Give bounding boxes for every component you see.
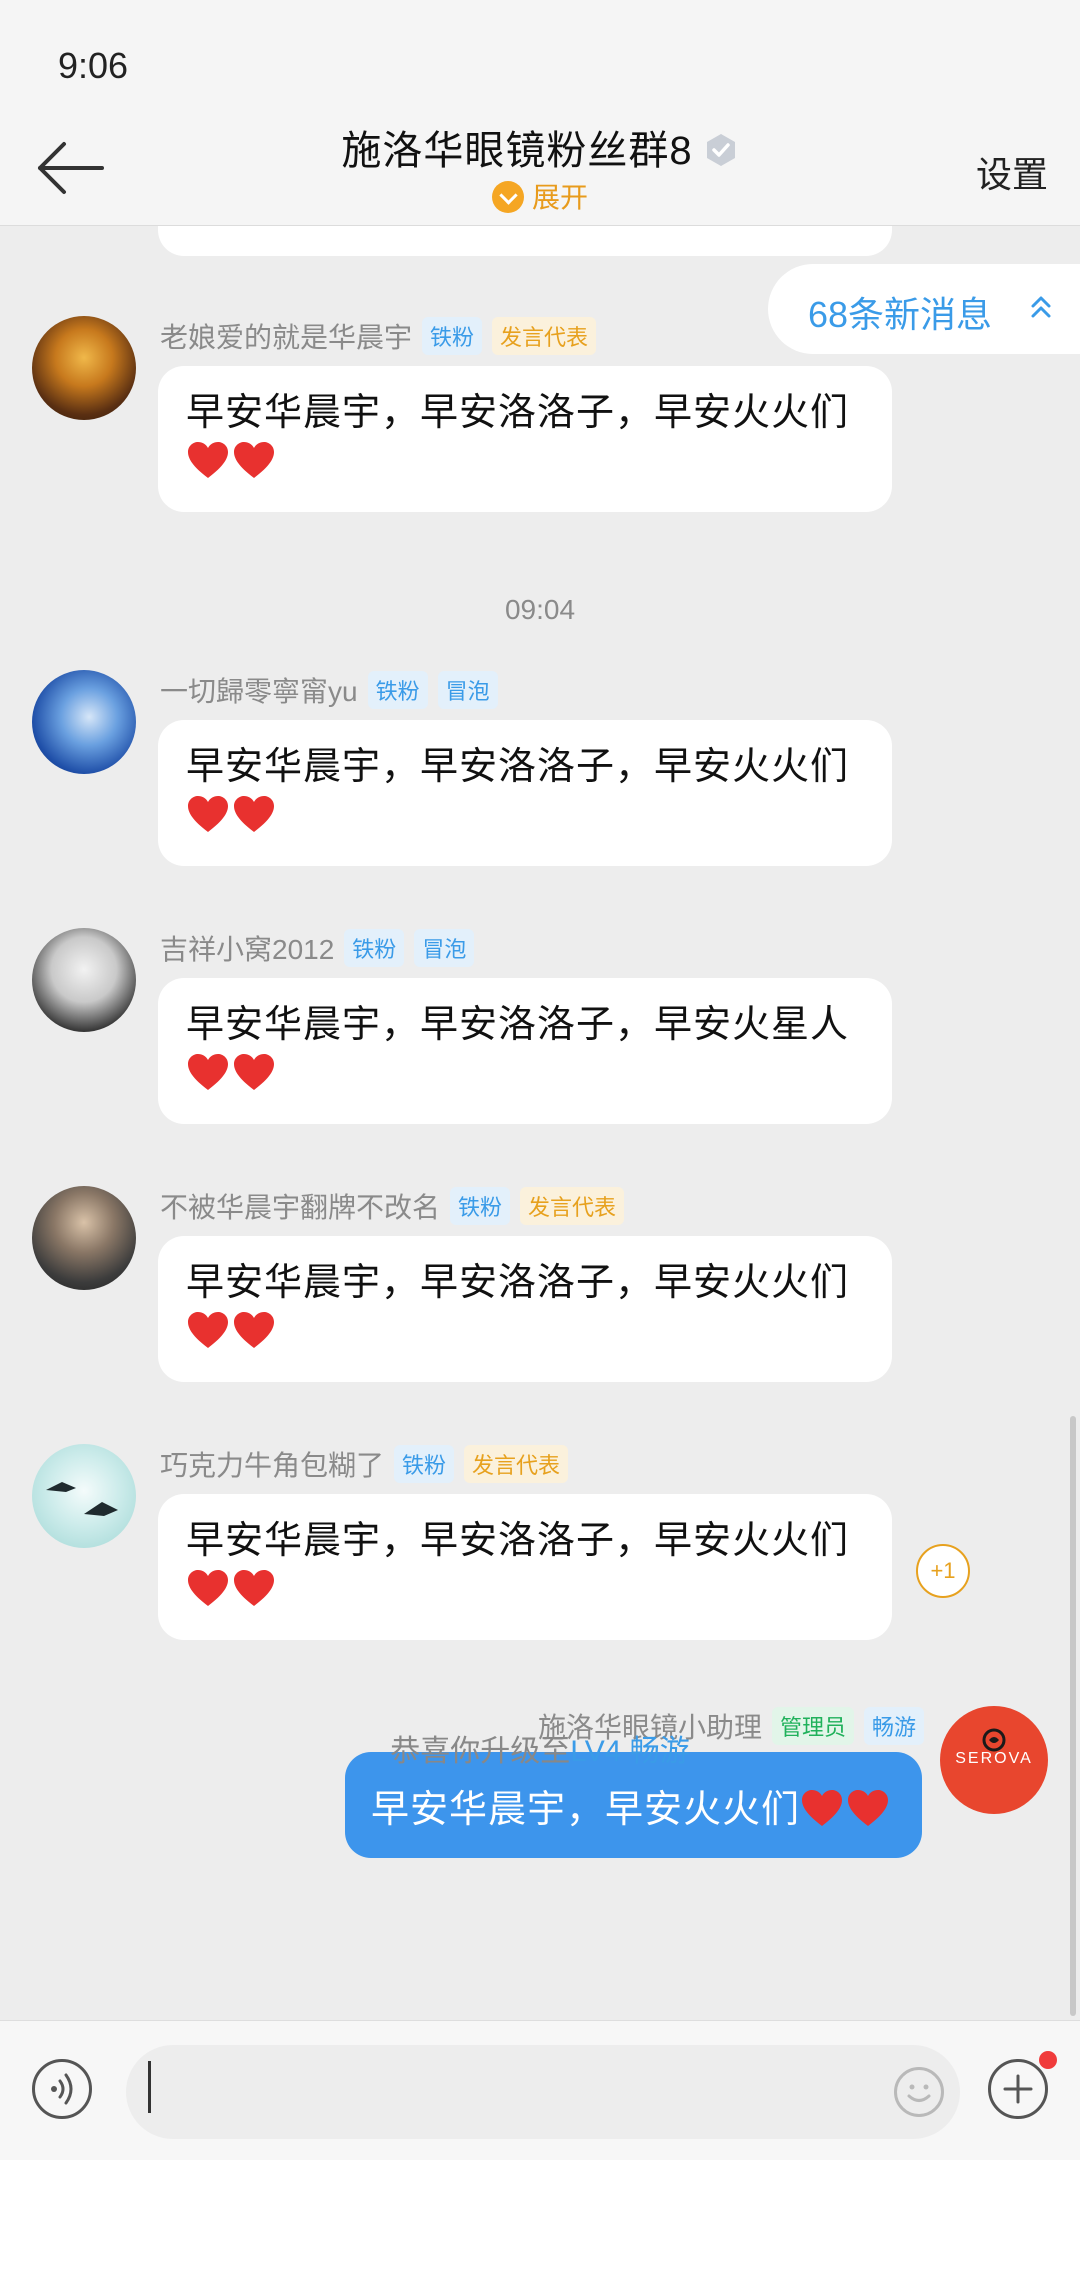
- fan-level-badge: 铁粉: [367, 671, 428, 709]
- bottom-safe-area: [0, 2160, 1080, 2280]
- title-badge: 冒泡: [437, 671, 498, 709]
- heart-icon: [234, 1312, 274, 1348]
- heart-emojis: [186, 1052, 864, 1097]
- avatar[interactable]: [32, 316, 136, 420]
- message-text: 早安华晨宇，早安洛洛子，早安火星人: [186, 1004, 850, 1046]
- message-bubble[interactable]: 早安华晨宇，早安洛洛子，早安火火们: [158, 720, 892, 866]
- voice-wave-icon: [51, 2073, 73, 2105]
- status-time: 9:06: [58, 45, 129, 86]
- settings-button[interactable]: 设置: [976, 146, 1048, 198]
- verified-badge-icon: [706, 134, 735, 166]
- message-input[interactable]: [126, 2045, 960, 2139]
- double-chevron-up-icon: [1031, 296, 1051, 318]
- more-options-button[interactable]: [988, 2059, 1048, 2119]
- avatar[interactable]: [32, 1186, 136, 1290]
- reaction-plus-one-button[interactable]: +1: [916, 1544, 970, 1598]
- message-text: 早安华晨宇，早安洛洛子，早安火火们: [186, 1262, 850, 1304]
- heart-icon: [188, 796, 228, 832]
- heart-emojis: [186, 1310, 864, 1355]
- sender-row: 吉祥小窝2012 铁粉 冒泡: [160, 928, 475, 968]
- title-badge: 发言代表: [520, 1187, 625, 1225]
- title-badge: 发言代表: [492, 317, 597, 355]
- message-text: 早安华晨宇，早安洛洛子，早安火火们: [186, 392, 850, 434]
- avatar[interactable]: [32, 670, 136, 774]
- message-bubble[interactable]: 早安华晨宇，早安洛洛子，早安火火们: [158, 1494, 892, 1640]
- fan-level-badge: 铁粉: [450, 1187, 511, 1225]
- fan-level-badge: 铁粉: [344, 929, 405, 967]
- emoji-button[interactable]: [894, 2067, 944, 2117]
- status-bar: 9:06: [0, 0, 1080, 110]
- heart-icon: [188, 1054, 228, 1090]
- notification-dot: [1039, 2051, 1057, 2069]
- title-wrap: 施洛华眼镜粉丝群8: [0, 118, 1080, 176]
- sender-row: 老娘爱的就是华晨宇 铁粉 发言代表: [160, 316, 597, 356]
- sender-name[interactable]: 巧克力牛角包糊了: [160, 1450, 384, 1481]
- expand-chevron-icon: [491, 181, 524, 213]
- message-bubble[interactable]: 早安华晨宇，早安洛洛子，早安火火们: [158, 366, 892, 512]
- system-message-text: 恭喜你升级至: [390, 1735, 571, 1768]
- message-text: 早安华晨宇，早安洛洛子，早安火火们: [186, 746, 850, 788]
- sender-name[interactable]: 一切歸零寧甯yu: [160, 676, 358, 707]
- message-bubble[interactable]: 早安华晨宇，早安洛洛子，早安火星人: [158, 978, 892, 1124]
- plus-icon: [1003, 2074, 1033, 2104]
- expand-toggle[interactable]: 展开: [0, 176, 1080, 216]
- heart-emojis: [186, 794, 864, 839]
- fan-level-badge: 铁粉: [422, 317, 483, 355]
- heart-icon: [234, 796, 274, 832]
- scrollbar[interactable]: [1070, 1416, 1076, 2016]
- title-badge: 冒泡: [414, 929, 475, 967]
- input-bar: [0, 2020, 1080, 2160]
- message-bubble[interactable]: 早安华晨宇，早安洛洛子，早安火火们: [158, 1236, 892, 1382]
- sender-name[interactable]: 不被华晨宇翻牌不改名: [160, 1192, 440, 1223]
- avatar[interactable]: [32, 928, 136, 1032]
- new-messages-jump-button[interactable]: 68条新消息: [768, 264, 1080, 354]
- group-title: 施洛华眼镜粉丝群8: [341, 129, 693, 173]
- bird-silhouette-icon: [46, 1482, 118, 1516]
- level-link[interactable]: LV4 畅游: [570, 1735, 690, 1768]
- text-cursor: [148, 2061, 151, 2113]
- sender-row: 巧克力牛角包糊了 铁粉 发言代表: [160, 1444, 569, 1484]
- expand-label: 展开: [531, 182, 588, 213]
- heart-icon: [234, 442, 274, 478]
- new-messages-label: 68条新消息: [808, 294, 993, 335]
- previous-message-bubble: [158, 226, 892, 256]
- sender-row: 一切歸零寧甯yu 铁粉 冒泡: [160, 670, 498, 710]
- voice-input-button[interactable]: [32, 2059, 92, 2119]
- chat-header: 施洛华眼镜粉丝群8 展开 设置: [0, 110, 1080, 226]
- sender-row: 不被华晨宇翻牌不改名 铁粉 发言代表: [160, 1186, 625, 1226]
- heart-icon: [188, 442, 228, 478]
- sender-name[interactable]: 老娘爱的就是华晨宇: [160, 322, 412, 353]
- heart-icon: [188, 1570, 228, 1606]
- heart-emojis: [186, 440, 864, 485]
- time-separator: 09:04: [504, 594, 576, 625]
- heart-icon: [234, 1570, 274, 1606]
- sender-name[interactable]: 吉祥小窝2012: [160, 934, 334, 965]
- avatar[interactable]: [32, 1444, 136, 1548]
- heart-icon: [188, 1312, 228, 1348]
- heart-icon: [802, 1790, 842, 1826]
- system-message: 恭喜你升级至LV4 畅游: [0, 1726, 1080, 1770]
- message-text: 早安华晨宇，早安洛洛子，早安火火们: [186, 1520, 850, 1562]
- title-badge: 发言代表: [464, 1445, 569, 1483]
- fan-level-badge: 铁粉: [394, 1445, 455, 1483]
- smiley-icon: [907, 2084, 931, 2102]
- heart-icon: [848, 1790, 888, 1826]
- message-text: 早安华晨宇，早安火火们: [370, 1789, 800, 1831]
- heart-icon: [234, 1054, 274, 1090]
- heart-emojis: [186, 1568, 864, 1613]
